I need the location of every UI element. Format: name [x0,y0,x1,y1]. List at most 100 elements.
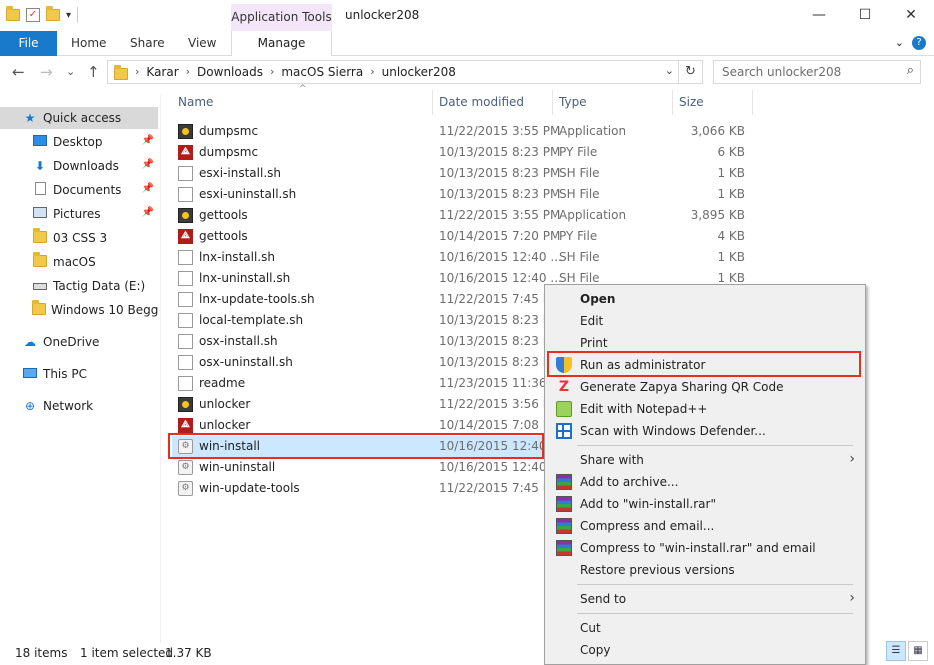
file-row[interactable]: esxi-uninstall.sh 10/13/2015 8:23 PM SH Fi… [172,184,752,205]
menu-item-cut[interactable]: Cut [547,617,863,639]
menu-item-copy[interactable]: Copy [547,639,863,661]
file-row[interactable]: esxi-install.sh 10/13/2015 8:23 PM SH File… [172,163,752,184]
sidebar-item[interactable]: 03 CSS 3 [0,227,158,249]
tab-share[interactable]: Share [130,31,165,56]
new-folder-icon[interactable] [46,6,60,21]
breadcrumb-unlocker208[interactable]: unlocker208 [382,61,456,83]
menu-item-label: Print [580,336,608,350]
minimize-button[interactable]: — [796,0,842,31]
sidebar-item[interactable]: Tactig Data (E:) [0,275,158,297]
column-header-type[interactable]: Type [559,90,587,115]
tab-view[interactable]: View [188,31,216,56]
file-row[interactable]: ⟁ dumpsmc 10/13/2015 8:23 PM PY File 6 KB [172,142,752,163]
batch-file-icon: ⚙ [178,460,193,475]
chevron-right-icon: › [849,451,855,467]
up-arrow-icon[interactable]: ↑ [87,63,100,81]
folder-icon[interactable] [6,6,20,21]
sidebar-item[interactable]: Windows 10 Beggin [0,299,158,321]
pin-icon[interactable]: 📌 [142,183,154,194]
pin-icon[interactable]: 📌 [142,135,154,146]
chevron-right-icon[interactable]: › [186,61,190,83]
sidebar-item-label: 03 CSS 3 [53,231,108,245]
menu-item-compress-and-email[interactable]: Compress and email... [547,515,863,537]
chevron-right-icon[interactable]: › [270,61,274,83]
file-name: readme [199,376,246,390]
menu-item-print[interactable]: Print [547,332,863,354]
breadcrumb-downloads[interactable]: Downloads [197,61,263,83]
network-icon: ⊕ [24,399,36,413]
search-input[interactable] [720,64,895,80]
menu-item-add-to-archive[interactable]: Add to archive... [547,471,863,493]
menu-item-run-as-administrator[interactable]: Run as administrator [547,354,863,376]
column-divider[interactable] [552,90,553,115]
file-name: dumpsmc [199,124,259,138]
python-file-icon: ⟁ [178,229,193,244]
sidebar-item[interactable]: Documents 📌 [0,179,158,201]
maximize-button[interactable]: ☐ [842,0,888,31]
menu-item-send-to[interactable]: Send to › [547,588,863,610]
refresh-icon[interactable]: ↻ [678,61,702,83]
address-dropdown-icon[interactable]: ⌄ [665,64,674,77]
column-header-date[interactable]: Date modified [439,90,524,115]
tab-home[interactable]: Home [71,31,106,56]
back-arrow-icon[interactable]: ← [12,63,25,81]
sidebar-item[interactable]: ☁ OneDrive [0,331,158,353]
sidebar-item-label: This PC [43,367,87,381]
address-bar[interactable]: › Karar › Downloads › macOS Sierra › unl… [107,60,703,84]
sidebar-item[interactable]: Pictures 📌 [0,203,158,225]
properties-icon[interactable]: ✓ [26,8,40,22]
menu-item-label: Scan with Windows Defender... [580,424,766,438]
file-row[interactable]: dumpsmc 11/22/2015 3:55 PM Application 3,06… [172,121,752,142]
column-header-name[interactable]: Name [178,90,213,115]
menu-item-edit[interactable]: Edit [547,310,863,332]
chevron-right-icon[interactable]: › [135,61,139,83]
search-icon[interactable]: ⌕ [907,63,914,78]
menu-item-compress-to-win-install-rar-and-email[interactable]: Compress to "win-install.rar" and email [547,537,863,559]
expand-ribbon-icon[interactable]: ⌄ [895,36,904,50]
large-icons-view-button[interactable]: ▦ [908,641,928,661]
pane-divider[interactable] [160,95,161,643]
menu-item-scan-with-windows-defender[interactable]: Scan with Windows Defender... [547,420,863,442]
column-header-size[interactable]: Size [679,90,704,115]
winrar-icon [556,496,572,512]
search-box[interactable]: ⌕ [713,60,921,84]
file-row[interactable]: ⟁ gettools 10/14/2015 7:20 PM PY File 4 KB [172,226,752,247]
sidebar-item[interactable]: ★ Quick access [0,107,158,129]
sidebar-item[interactable]: This PC [0,363,158,385]
file-date: 10/14/2015 7:08 PM [439,418,561,432]
this-pc-icon [22,367,38,381]
tab-file[interactable]: File [0,31,57,56]
menu-item-edit-with-notepad[interactable]: Edit with Notepad++ [547,398,863,420]
file-row[interactable]: gettools 11/22/2015 3:55 PM Application 3,8… [172,205,752,226]
sidebar-item[interactable]: ⊕ Network [0,395,158,417]
file-type: Application [559,208,627,222]
customize-toolbar-icon[interactable]: ▾ [66,10,71,21]
recent-locations-icon[interactable]: ⌄ [66,65,75,78]
details-view-button[interactable]: ☰ [886,641,906,661]
sidebar-item[interactable]: Desktop 📌 [0,131,158,153]
file-name: win-uninstall [199,460,276,474]
menu-item-generate-zapya-sharing-qr-code[interactable]: Z Generate Zapya Sharing QR Code [547,376,863,398]
forward-arrow-icon[interactable]: → [40,63,53,81]
file-date: 11/22/2015 7:45 PM [439,481,561,495]
breadcrumb-macos-sierra[interactable]: macOS Sierra [281,61,363,83]
menu-item-restore-previous-versions[interactable]: Restore previous versions [547,559,863,581]
file-row[interactable]: lnx-install.sh 10/16/2015 12:40 ... SH Fil… [172,247,752,268]
menu-item-label: Cut [580,621,601,635]
pin-icon[interactable]: 📌 [142,207,154,218]
menu-item-open[interactable]: Open [547,288,863,310]
pictures-icon [32,207,48,221]
column-divider[interactable] [672,90,673,115]
column-divider[interactable] [432,90,433,115]
menu-item-share-with[interactable]: Share with › [547,449,863,471]
column-divider[interactable] [752,90,753,115]
tab-manage[interactable]: Manage [231,31,332,56]
pin-icon[interactable]: 📌 [142,159,154,170]
sidebar-item[interactable]: macOS [0,251,158,273]
breadcrumb-karar[interactable]: Karar [146,61,178,83]
sidebar-item[interactable]: ⬇ Downloads 📌 [0,155,158,177]
chevron-right-icon[interactable]: › [370,61,374,83]
help-icon[interactable]: ? [912,36,926,50]
close-button[interactable]: ✕ [888,0,934,31]
menu-item-add-to-win-install-rar[interactable]: Add to "win-install.rar" [547,493,863,515]
